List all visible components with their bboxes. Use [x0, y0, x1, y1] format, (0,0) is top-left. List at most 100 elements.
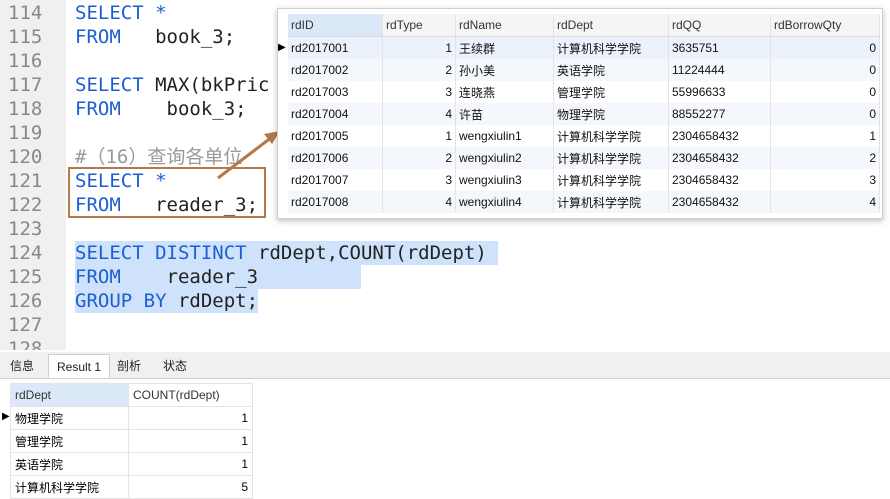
- table-cell[interactable]: rd2017001: [288, 36, 383, 59]
- table-cell[interactable]: wengxiulin4: [455, 191, 554, 213]
- table-row[interactable]: rd2017004 4 许苗 物理学院 88552277 0: [288, 103, 880, 125]
- table-cell[interactable]: 2304658432: [668, 169, 771, 191]
- table-cell[interactable]: 2: [770, 147, 880, 169]
- table-cell[interactable]: 计算机科学学院: [10, 475, 129, 499]
- line-number: 121: [8, 170, 43, 192]
- tab-profile[interactable]: 剖析: [110, 354, 148, 378]
- column-header[interactable]: rdDept: [553, 14, 669, 37]
- table-cell[interactable]: 0: [770, 59, 880, 81]
- column-header[interactable]: rdDept: [10, 383, 129, 407]
- table-cell[interactable]: rd2017006: [288, 147, 383, 169]
- table-cell[interactable]: 3: [770, 169, 880, 191]
- table-cell[interactable]: 计算机科学学院: [553, 125, 669, 147]
- tab-info[interactable]: 信息: [2, 354, 42, 378]
- table-cell[interactable]: 计算机科学学院: [553, 169, 669, 191]
- sql-keyword: SELECT: [75, 74, 144, 96]
- table-row[interactable]: rd2017005 1 wengxiulin1 计算机科学学院 2304658432 1: [288, 125, 880, 147]
- table-row[interactable]: 英语学院 1: [10, 452, 253, 476]
- tab-status[interactable]: 状态: [152, 354, 198, 378]
- table-cell[interactable]: 55996633: [668, 81, 771, 103]
- table-cell[interactable]: wengxiulin2: [455, 147, 554, 169]
- code-line[interactable]: 127: [0, 313, 890, 337]
- table-row[interactable]: 管理学院 1: [10, 429, 253, 453]
- table-cell[interactable]: 1: [770, 125, 880, 147]
- table-cell[interactable]: 王续群: [455, 36, 554, 59]
- table-cell[interactable]: rd2017005: [288, 125, 383, 147]
- table-cell[interactable]: rd2017004: [288, 103, 383, 125]
- table-cell[interactable]: 2: [382, 59, 456, 81]
- table-cell[interactable]: 许苗: [455, 103, 554, 125]
- table-row[interactable]: rd2017003 3 连晓燕 管理学院 55996633 0: [288, 81, 880, 103]
- table-cell[interactable]: 1: [128, 406, 253, 430]
- table-header-row: rdDept COUNT(rdDept): [10, 383, 253, 407]
- column-header[interactable]: COUNT(rdDept): [128, 383, 253, 407]
- column-header[interactable]: rdID: [288, 14, 383, 37]
- code-text: FROM book_3;: [75, 97, 247, 121]
- table-cell[interactable]: 4: [382, 191, 456, 213]
- table-cell[interactable]: 4: [382, 103, 456, 125]
- table-cell[interactable]: 连晓燕: [455, 81, 554, 103]
- table-cell[interactable]: 孙小美: [455, 59, 554, 81]
- code-line[interactable]: 125 FROM reader_3: [0, 265, 890, 289]
- table-cell[interactable]: 1: [382, 125, 456, 147]
- table-cell[interactable]: 0: [770, 81, 880, 103]
- table-cell[interactable]: 计算机科学学院: [553, 147, 669, 169]
- table-cell[interactable]: 3: [382, 169, 456, 191]
- column-header[interactable]: rdBorrowQty: [770, 14, 880, 37]
- table-cell[interactable]: 管理学院: [10, 429, 129, 453]
- table-cell[interactable]: 物理学院: [553, 103, 669, 125]
- tab-result-1[interactable]: Result 1: [48, 354, 110, 378]
- line-number: 116: [8, 50, 43, 72]
- query-result-popup[interactable]: rdID rdType rdName rdDept rdQQ rdBorrowQ…: [277, 8, 883, 219]
- table-cell[interactable]: wengxiulin3: [455, 169, 554, 191]
- table-row[interactable]: rd2017002 2 孙小美 英语学院 11224444 0: [288, 59, 880, 81]
- table-row[interactable]: 物理学院 1: [10, 406, 253, 430]
- table-cell[interactable]: rd2017008: [288, 191, 383, 213]
- table-row[interactable]: 计算机科学学院 5: [10, 475, 253, 499]
- code-line[interactable]: 124 SELECT DISTINCT rdDept,COUNT(rdDept): [0, 241, 890, 265]
- table-cell[interactable]: 5: [128, 475, 253, 499]
- result-table[interactable]: rdDept COUNT(rdDept) 物理学院 1 管理学院 1 英语学院 1 计算机科…: [10, 383, 253, 499]
- table-cell[interactable]: 2304658432: [668, 191, 771, 213]
- table-row[interactable]: rd2017006 2 wengxiulin2 计算机科学学院 2304658432 2: [288, 147, 880, 169]
- table-cell[interactable]: 管理学院: [553, 81, 669, 103]
- table-row[interactable]: rd2017007 3 wengxiulin3 计算机科学学院 2304658432 3: [288, 169, 880, 191]
- table-cell[interactable]: 计算机科学学院: [553, 36, 669, 59]
- column-header[interactable]: rdQQ: [668, 14, 771, 37]
- table-cell[interactable]: rd2017002: [288, 59, 383, 81]
- table-cell[interactable]: 2304658432: [668, 125, 771, 147]
- table-cell[interactable]: 计算机科学学院: [553, 191, 669, 213]
- code-line[interactable]: 126 GROUP BY rdDept;: [0, 289, 890, 313]
- code-text: SELECT MAX(bkPric: [75, 73, 269, 97]
- table-cell[interactable]: wengxiulin1: [455, 125, 554, 147]
- sql-text: reader_3: [120, 266, 361, 288]
- table-cell[interactable]: 4: [770, 191, 880, 213]
- table-cell[interactable]: 0: [770, 103, 880, 125]
- table-row[interactable]: rd2017001 1 王续群 计算机科学学院 3635751 0: [288, 36, 880, 59]
- table-cell[interactable]: rd2017007: [288, 169, 383, 191]
- table-cell[interactable]: 1: [128, 429, 253, 453]
- code-text: FROM book_3;: [75, 25, 235, 49]
- column-header[interactable]: rdName: [455, 14, 554, 37]
- sql-text: book_3;: [120, 98, 247, 120]
- table-cell[interactable]: 2304658432: [668, 147, 771, 169]
- column-header[interactable]: rdType: [382, 14, 456, 37]
- table-row[interactable]: rd2017008 4 wengxiulin4 计算机科学学院 2304658432 4: [288, 191, 880, 213]
- code-line[interactable]: 128: [0, 337, 890, 350]
- result-panel[interactable]: ▶ rdDept COUNT(rdDept) 物理学院 1 管理学院 1 英语学院 1 计算…: [0, 379, 890, 499]
- table-cell[interactable]: 1: [128, 452, 253, 476]
- table-cell[interactable]: 3: [382, 81, 456, 103]
- reader-table[interactable]: rdID rdType rdName rdDept rdQQ rdBorrowQ…: [288, 14, 880, 213]
- table-cell[interactable]: 88552277: [668, 103, 771, 125]
- table-cell[interactable]: 英语学院: [10, 452, 129, 476]
- code-line[interactable]: 123: [0, 217, 890, 241]
- table-cell[interactable]: 物理学院: [10, 406, 129, 430]
- sql-keyword: FROM: [75, 26, 121, 48]
- table-cell[interactable]: 英语学院: [553, 59, 669, 81]
- table-cell[interactable]: 3635751: [668, 36, 771, 59]
- table-cell[interactable]: 1: [382, 36, 456, 59]
- table-cell[interactable]: 2: [382, 147, 456, 169]
- table-cell[interactable]: 11224444: [668, 59, 771, 81]
- table-cell[interactable]: rd2017003: [288, 81, 383, 103]
- table-cell[interactable]: 0: [770, 36, 880, 59]
